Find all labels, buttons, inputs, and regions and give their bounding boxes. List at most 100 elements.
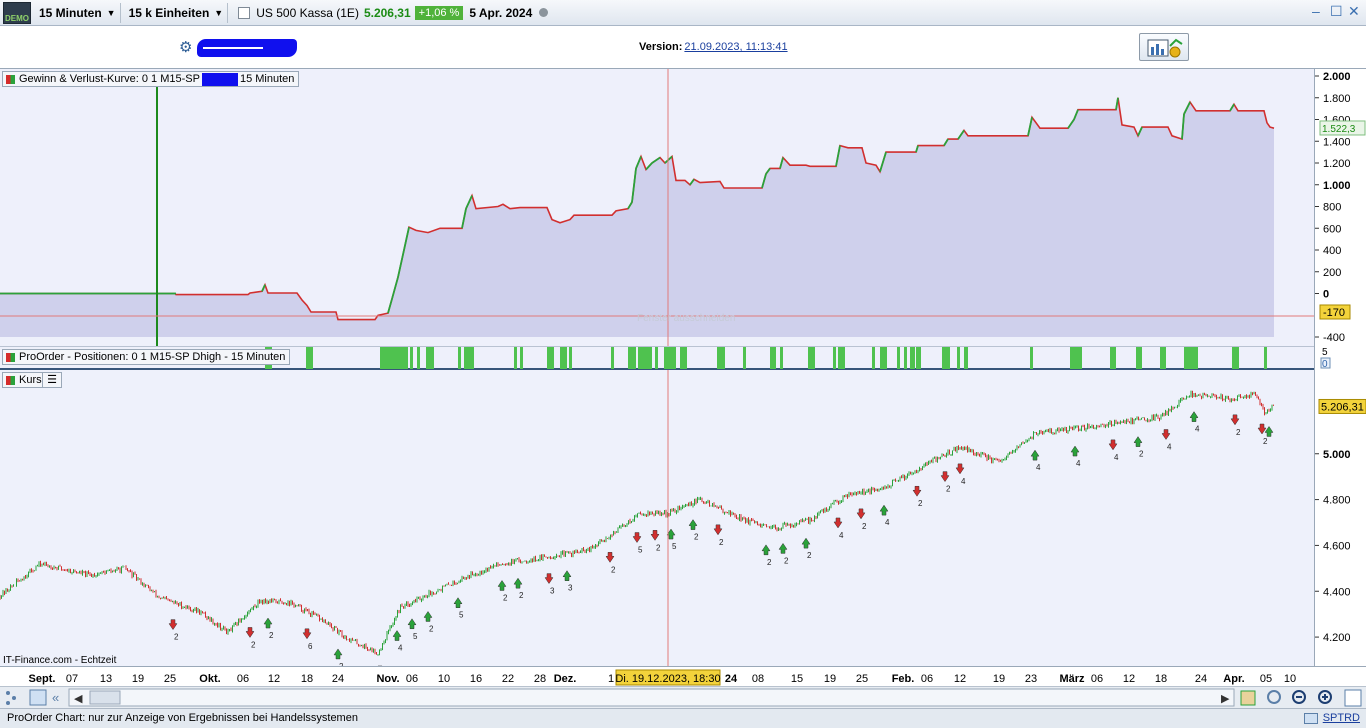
time-axis-label: Apr. [1223,673,1244,685]
trade-count-label: 5 [638,546,643,555]
positions-panel-label[interactable]: ProOrder - Positionen: 0 1 M15-SP Dhigh … [2,349,291,365]
cursor-date-label: Di. 19.12.2023, 18:30 [615,673,720,685]
instrument-name[interactable]: US 500 Kassa (1E) [256,6,359,20]
settings-icon[interactable] [1344,689,1362,707]
arrow-down-icon [940,471,950,483]
instrument-checkbox[interactable] [238,6,251,19]
arrow-up-icon [801,537,811,549]
trade-count-label: 2 [1263,437,1268,446]
position-bar [743,347,746,369]
tick-label: 1.200 [1323,158,1351,170]
position-bar [1264,347,1267,369]
trade-count-label: 2 [656,543,661,552]
time-axis-label: 22 [502,673,514,685]
version-link[interactable]: 21.09.2023, 11:13:41 [684,41,787,53]
position-bar [638,347,652,369]
price-y-axis[interactable]: 5.000 4.800 4.600 4.400 4.200 5.206,31 [1314,370,1366,666]
tick-label: 200 [1323,267,1341,279]
autoscale-icon[interactable] [1240,690,1256,706]
position-bar [655,347,658,369]
sptrd-link[interactable]: SPTRD [1323,709,1360,728]
tick-label: 600 [1323,223,1341,235]
time-axis[interactable]: Sept. 07 13 19 25 Okt. 06 12 18 24 Nov. 06 10 16 22 28 D… [0,666,1366,686]
minimize-button[interactable]: ‒ [1312,3,1320,19]
equity-curve-panel[interactable]: Fenster ausschneiden Gewinn & Verlust-Ku… [0,69,1314,346]
arrow-down-icon [544,573,554,585]
chevron-down-icon: ▼ [106,7,116,18]
price-panel[interactable]: 222624525223325252222242422444424422 Kur… [0,370,1314,677]
cursor-value-label: -170 [1323,307,1345,319]
position-bar [717,347,725,369]
last-price-label: 5.206,31 [1321,401,1364,413]
layout-icon[interactable] [29,689,47,706]
instrument-price: 5.206,31 [363,5,411,20]
position-bar [680,347,687,369]
positions-y-axis[interactable]: 5 0 [1314,346,1366,370]
rewind-icon[interactable]: « [52,690,59,705]
arrow-up-icon [423,611,433,622]
position-bar [808,347,815,369]
gear-icon[interactable]: ⚙ [179,38,192,56]
time-axis-label: 12 [268,673,280,685]
arrow-up-icon [497,580,507,591]
position-bar [833,347,836,369]
arrow-up-icon [513,577,523,589]
timeframe-select[interactable]: 15 Minuten ▼ [35,2,121,23]
time-axis-label: 06 [237,673,249,685]
time-axis-label: 23 [1025,673,1037,685]
scroll-right-icon[interactable]: ▶ [1221,693,1230,705]
list-icon[interactable]: ☰ [42,372,62,388]
equity-y-axis[interactable]: 2.0001.8001.6001.4001.2001.0008006004002… [1314,69,1366,346]
time-axis-label: 08 [752,673,764,685]
chart-scrollbar[interactable]: « ◀ ▶ [0,686,1366,708]
arrow-up-icon [1133,436,1143,447]
price-candles [0,390,1274,656]
tick-label: 4.200 [1323,632,1351,644]
position-bar [880,347,887,369]
tick-label: 5 [1322,347,1328,358]
units-select[interactable]: 15 k Einheiten ▼ [125,2,229,23]
chevron-down-icon: ▼ [214,7,224,18]
equity-panel-label[interactable]: Gewinn & Verlust-Kurve: 0 1 M15-SP 15 Min… [2,71,300,87]
maximize-button[interactable]: ☐ [1330,3,1343,20]
time-axis-label: 28 [534,673,546,685]
position-bar [386,347,408,369]
trade-count-label: 2 [694,533,699,542]
close-button[interactable]: ✕ [1348,3,1360,20]
status-bar: ProOrder Chart: nur zur Anzeige von Erge… [0,708,1366,728]
trade-count-label: 2 [784,556,789,565]
position-bar [628,347,636,369]
time-axis-label: 24 [1195,673,1207,685]
report-button[interactable] [1139,33,1189,61]
time-axis-label: 12 [1123,673,1135,685]
trade-count-label: 6 [308,642,313,651]
position-bar [1232,347,1239,369]
zoom-fit-icon[interactable] [1267,690,1281,704]
trade-count-label: 2 [807,551,812,560]
time-axis-label: 13 [100,673,112,685]
window-icon[interactable] [1304,713,1318,724]
scroll-left-icon[interactable]: ◀ [74,693,83,705]
share-icon[interactable] [6,691,10,695]
tick-label: 1.400 [1323,136,1351,148]
trade-count-label: 4 [839,531,844,540]
scrollbar-thumb[interactable] [89,690,121,705]
tick-label: 5.000 [1323,449,1351,461]
position-bar [838,347,845,369]
position-bar [514,347,517,369]
time-axis-label: 24 [725,673,738,685]
trade-count-label: 4 [1076,459,1081,468]
positions-panel[interactable]: ProOrder - Positionen: 0 1 M15-SP Dhigh … [0,346,1314,370]
scrollbar-track[interactable] [68,688,1235,707]
time-axis-label: Dez. [554,673,577,685]
time-axis-label: Okt. [199,673,220,685]
toolbar: DEMO 15 Minuten ▼ 15 k Einheiten ▼ US 500 … [0,0,1366,26]
strategy-header: ⚙ Version: 21.09.2023, 11:13:41 [0,26,1366,69]
position-bar [910,347,915,369]
arrow-up-icon [453,597,463,608]
arrow-down-icon [1230,414,1240,426]
time-axis-label: Feb. [892,673,915,685]
time-axis-label: 25 [164,673,176,685]
price-panel-label[interactable]: Kurs [2,372,47,388]
trade-count-label: 2 [862,522,867,531]
